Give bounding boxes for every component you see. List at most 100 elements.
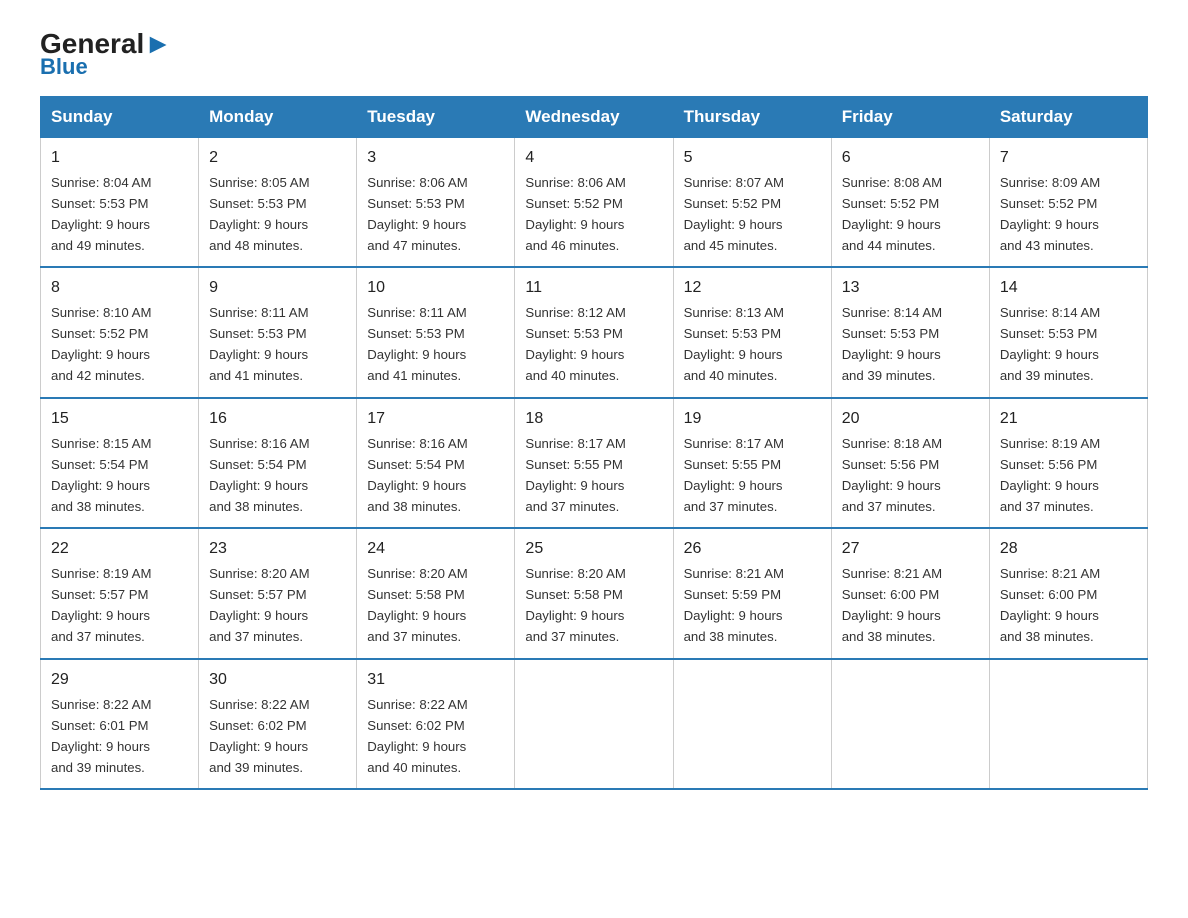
day-info: Sunrise: 8:06 AMSunset: 5:53 PMDaylight:… xyxy=(367,175,467,253)
calendar-cell xyxy=(831,659,989,789)
calendar-week-row: 1Sunrise: 8:04 AMSunset: 5:53 PMDaylight… xyxy=(41,138,1148,268)
day-info: Sunrise: 8:21 AMSunset: 6:00 PMDaylight:… xyxy=(842,566,942,644)
page-header: General► Blue xyxy=(40,30,1148,78)
calendar-cell: 5 Sunrise: 8:07 AMSunset: 5:52 PMDaylight… xyxy=(673,138,831,268)
day-info: Sunrise: 8:13 AMSunset: 5:53 PMDaylight:… xyxy=(684,305,784,383)
day-number: 4 xyxy=(525,146,662,171)
calendar-cell: 11Sunrise: 8:12 AMSunset: 5:53 PMDayligh… xyxy=(515,267,673,397)
calendar-header-row: SundayMondayTuesdayWednesdayThursdayFrid… xyxy=(41,97,1148,138)
day-number: 2 xyxy=(209,146,346,171)
day-number: 22 xyxy=(51,537,188,562)
day-number: 27 xyxy=(842,537,979,562)
calendar-cell: 7Sunrise: 8:09 AMSunset: 5:52 PMDaylight… xyxy=(989,138,1147,268)
col-header-tuesday: Tuesday xyxy=(357,97,515,138)
day-number: 28 xyxy=(1000,537,1137,562)
calendar-table: SundayMondayTuesdayWednesdayThursdayFrid… xyxy=(40,96,1148,790)
calendar-cell: 30 Sunrise: 8:22 AMSunset: 6:02 PMDayligh… xyxy=(199,659,357,789)
day-number: 13 xyxy=(842,276,979,301)
day-number: 30 xyxy=(209,668,346,693)
calendar-cell: 4 Sunrise: 8:06 AMSunset: 5:52 PMDaylight… xyxy=(515,138,673,268)
calendar-cell: 3Sunrise: 8:06 AMSunset: 5:53 PMDaylight… xyxy=(357,138,515,268)
col-header-saturday: Saturday xyxy=(989,97,1147,138)
calendar-cell: 9Sunrise: 8:11 AMSunset: 5:53 PMDaylight… xyxy=(199,267,357,397)
col-header-thursday: Thursday xyxy=(673,97,831,138)
calendar-cell: 18 Sunrise: 8:17 AMSunset: 5:55 PMDayligh… xyxy=(515,398,673,528)
calendar-cell: 12 Sunrise: 8:13 AMSunset: 5:53 PMDayligh… xyxy=(673,267,831,397)
col-header-wednesday: Wednesday xyxy=(515,97,673,138)
calendar-cell xyxy=(515,659,673,789)
day-number: 18 xyxy=(525,407,662,432)
calendar-cell: 29Sunrise: 8:22 AMSunset: 6:01 PMDayligh… xyxy=(41,659,199,789)
calendar-cell: 24Sunrise: 8:20 AMSunset: 5:58 PMDayligh… xyxy=(357,528,515,658)
day-number: 17 xyxy=(367,407,504,432)
day-info: Sunrise: 8:20 AMSunset: 5:57 PMDaylight:… xyxy=(209,566,309,644)
day-number: 8 xyxy=(51,276,188,301)
calendar-cell: 13 Sunrise: 8:14 AMSunset: 5:53 PMDayligh… xyxy=(831,267,989,397)
day-info: Sunrise: 8:17 AMSunset: 5:55 PMDaylight:… xyxy=(525,436,625,514)
calendar-cell xyxy=(673,659,831,789)
calendar-cell: 31 Sunrise: 8:22 AMSunset: 6:02 PMDayligh… xyxy=(357,659,515,789)
logo-blue-text: Blue xyxy=(40,56,88,78)
calendar-cell: 14 Sunrise: 8:14 AMSunset: 5:53 PMDayligh… xyxy=(989,267,1147,397)
day-info: Sunrise: 8:22 AMSunset: 6:02 PMDaylight:… xyxy=(367,697,467,775)
calendar-cell: 6 Sunrise: 8:08 AMSunset: 5:52 PMDaylight… xyxy=(831,138,989,268)
day-info: Sunrise: 8:19 AMSunset: 5:56 PMDaylight:… xyxy=(1000,436,1100,514)
day-number: 5 xyxy=(684,146,821,171)
calendar-cell: 19 Sunrise: 8:17 AMSunset: 5:55 PMDayligh… xyxy=(673,398,831,528)
calendar-week-row: 29Sunrise: 8:22 AMSunset: 6:01 PMDayligh… xyxy=(41,659,1148,789)
day-number: 16 xyxy=(209,407,346,432)
day-info: Sunrise: 8:10 AMSunset: 5:52 PMDaylight:… xyxy=(51,305,151,383)
calendar-week-row: 22 Sunrise: 8:19 AMSunset: 5:57 PMDayligh… xyxy=(41,528,1148,658)
calendar-cell: 1Sunrise: 8:04 AMSunset: 5:53 PMDaylight… xyxy=(41,138,199,268)
day-info: Sunrise: 8:19 AMSunset: 5:57 PMDaylight:… xyxy=(51,566,151,644)
calendar-cell: 8 Sunrise: 8:10 AMSunset: 5:52 PMDaylight… xyxy=(41,267,199,397)
day-number: 15 xyxy=(51,407,188,432)
day-info: Sunrise: 8:11 AMSunset: 5:53 PMDaylight:… xyxy=(367,305,466,383)
calendar-cell: 15Sunrise: 8:15 AMSunset: 5:54 PMDayligh… xyxy=(41,398,199,528)
day-info: Sunrise: 8:05 AMSunset: 5:53 PMDaylight:… xyxy=(209,175,309,253)
calendar-cell: 20Sunrise: 8:18 AMSunset: 5:56 PMDayligh… xyxy=(831,398,989,528)
day-info: Sunrise: 8:20 AMSunset: 5:58 PMDaylight:… xyxy=(525,566,625,644)
day-number: 6 xyxy=(842,146,979,171)
day-info: Sunrise: 8:08 AMSunset: 5:52 PMDaylight:… xyxy=(842,175,942,253)
calendar-cell: 17 Sunrise: 8:16 AMSunset: 5:54 PMDayligh… xyxy=(357,398,515,528)
calendar-cell: 22 Sunrise: 8:19 AMSunset: 5:57 PMDayligh… xyxy=(41,528,199,658)
day-number: 12 xyxy=(684,276,821,301)
calendar-cell: 2 Sunrise: 8:05 AMSunset: 5:53 PMDaylight… xyxy=(199,138,357,268)
day-number: 25 xyxy=(525,537,662,562)
calendar-week-row: 8 Sunrise: 8:10 AMSunset: 5:52 PMDaylight… xyxy=(41,267,1148,397)
day-info: Sunrise: 8:21 AMSunset: 5:59 PMDaylight:… xyxy=(684,566,784,644)
day-info: Sunrise: 8:12 AMSunset: 5:53 PMDaylight:… xyxy=(525,305,625,383)
day-number: 19 xyxy=(684,407,821,432)
day-info: Sunrise: 8:16 AMSunset: 5:54 PMDaylight:… xyxy=(367,436,467,514)
calendar-cell: 21 Sunrise: 8:19 AMSunset: 5:56 PMDayligh… xyxy=(989,398,1147,528)
calendar-cell: 10Sunrise: 8:11 AMSunset: 5:53 PMDayligh… xyxy=(357,267,515,397)
calendar-cell: 27 Sunrise: 8:21 AMSunset: 6:00 PMDayligh… xyxy=(831,528,989,658)
day-number: 26 xyxy=(684,537,821,562)
day-number: 23 xyxy=(209,537,346,562)
day-number: 1 xyxy=(51,146,188,171)
logo-triangle-icon: ► xyxy=(144,28,172,59)
col-header-sunday: Sunday xyxy=(41,97,199,138)
day-info: Sunrise: 8:14 AMSunset: 5:53 PMDaylight:… xyxy=(1000,305,1100,383)
day-number: 21 xyxy=(1000,407,1137,432)
day-number: 31 xyxy=(367,668,504,693)
day-info: Sunrise: 8:17 AMSunset: 5:55 PMDaylight:… xyxy=(684,436,784,514)
day-info: Sunrise: 8:22 AMSunset: 6:02 PMDaylight:… xyxy=(209,697,309,775)
day-info: Sunrise: 8:22 AMSunset: 6:01 PMDaylight:… xyxy=(51,697,151,775)
day-number: 20 xyxy=(842,407,979,432)
day-number: 24 xyxy=(367,537,504,562)
calendar-cell: 16 Sunrise: 8:16 AMSunset: 5:54 PMDayligh… xyxy=(199,398,357,528)
calendar-cell: 23 Sunrise: 8:20 AMSunset: 5:57 PMDayligh… xyxy=(199,528,357,658)
day-info: Sunrise: 8:16 AMSunset: 5:54 PMDaylight:… xyxy=(209,436,309,514)
calendar-cell xyxy=(989,659,1147,789)
day-number: 9 xyxy=(209,276,346,301)
day-info: Sunrise: 8:07 AMSunset: 5:52 PMDaylight:… xyxy=(684,175,784,253)
calendar-week-row: 15Sunrise: 8:15 AMSunset: 5:54 PMDayligh… xyxy=(41,398,1148,528)
day-info: Sunrise: 8:14 AMSunset: 5:53 PMDaylight:… xyxy=(842,305,942,383)
day-number: 14 xyxy=(1000,276,1137,301)
logo: General► Blue xyxy=(40,30,172,78)
day-info: Sunrise: 8:06 AMSunset: 5:52 PMDaylight:… xyxy=(525,175,625,253)
col-header-friday: Friday xyxy=(831,97,989,138)
calendar-cell: 26 Sunrise: 8:21 AMSunset: 5:59 PMDayligh… xyxy=(673,528,831,658)
